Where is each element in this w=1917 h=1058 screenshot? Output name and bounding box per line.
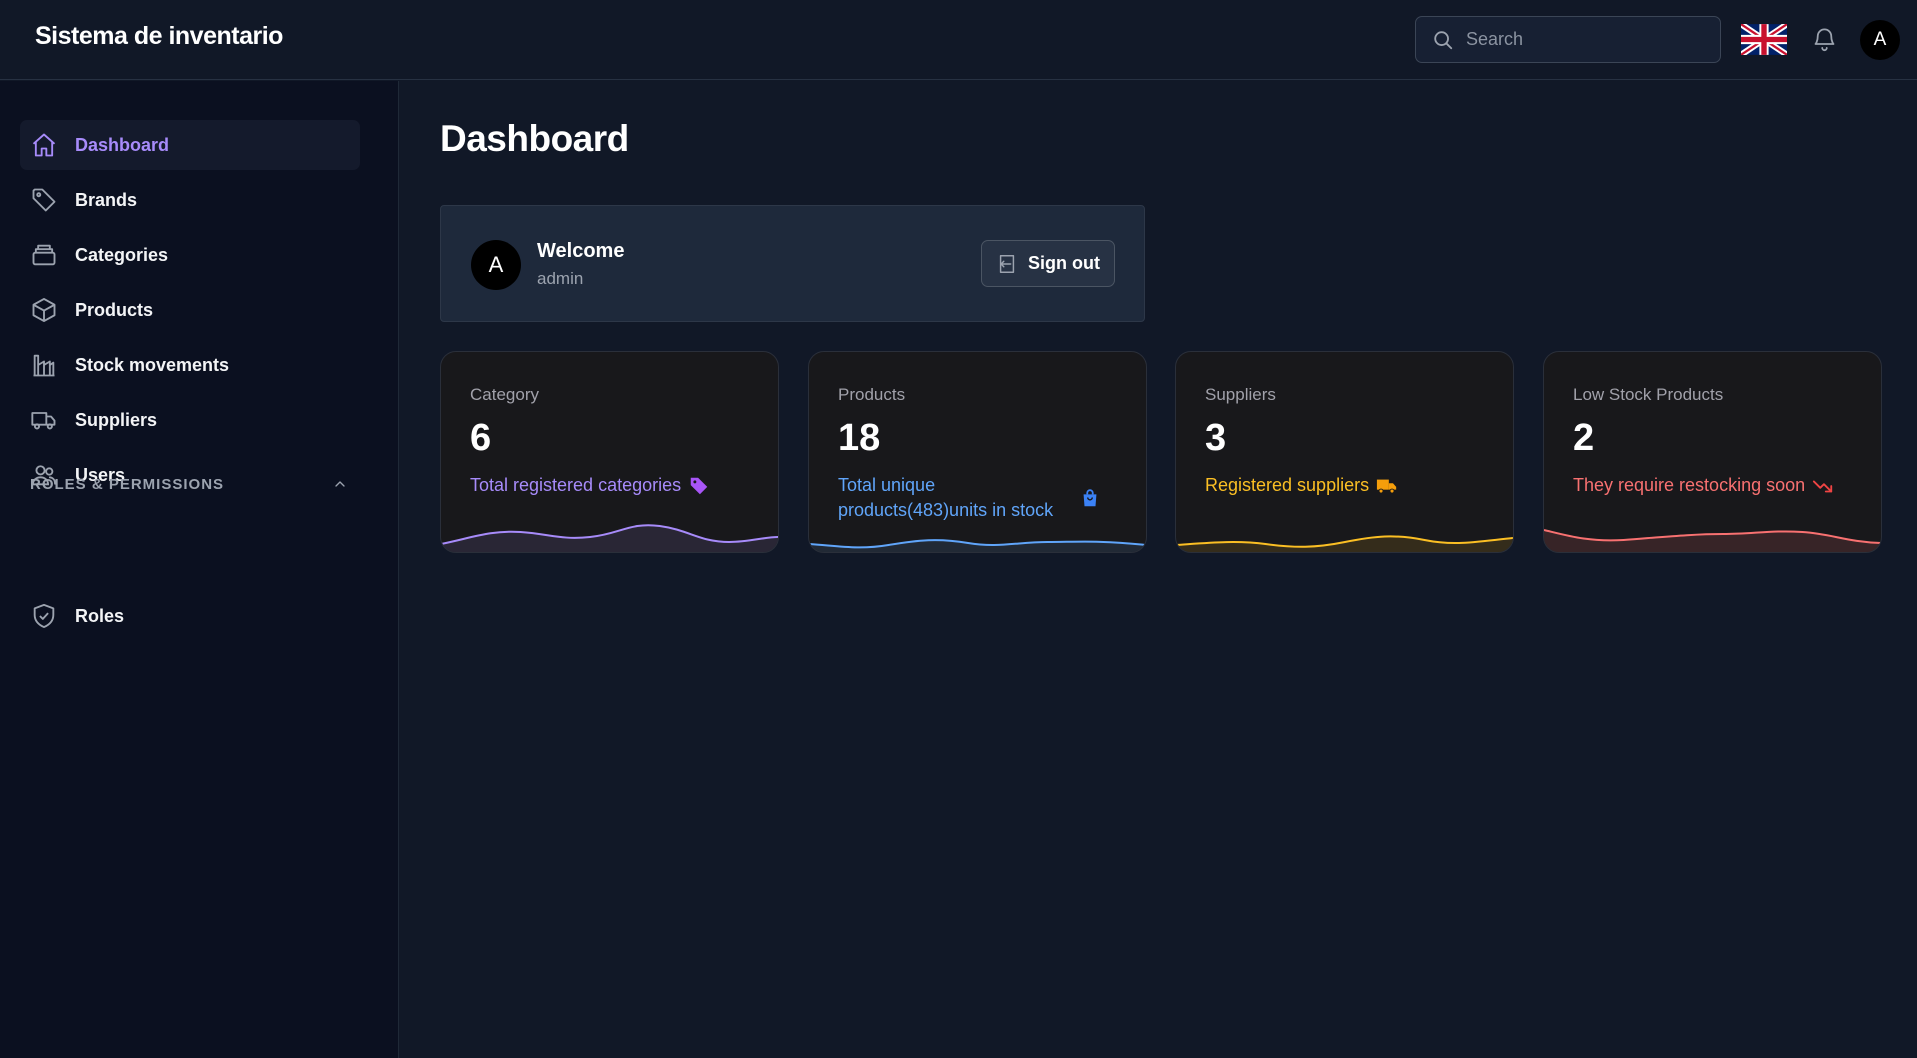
stat-card-category: Category 6 Total registered categories [440, 351, 779, 553]
sidebar-item-label: Suppliers [75, 409, 158, 430]
uk-flag-icon[interactable] [1741, 24, 1787, 55]
sidebar-item-label: Roles [75, 605, 125, 626]
sidebar-item-roles[interactable]: Roles [20, 591, 360, 641]
top-bar: Sistema de inventario A [0, 0, 1917, 80]
section-title: ROLES & PERMISSIONS [30, 475, 225, 493]
sidebar-item-label: Brands [75, 189, 138, 210]
sidebar-item-suppliers[interactable]: Suppliers [20, 395, 360, 445]
stat-card-products: Products 18 Total unique products(483)un… [808, 351, 1147, 553]
avatar: A [471, 240, 521, 290]
truck-icon [31, 412, 56, 430]
sidebar-item-categories[interactable]: Categories [20, 230, 360, 280]
stat-label: Products [838, 385, 906, 404]
truck-icon [1377, 479, 1397, 494]
page-title: Dashboard [440, 118, 629, 159]
stat-description-line: Total unique [838, 475, 936, 495]
stat-label: Category [470, 385, 539, 404]
trending-down-icon [1813, 480, 1833, 492]
shopping-bag-icon [1083, 489, 1097, 507]
stat-value: 18 [838, 417, 881, 459]
sidebar-item-label: Categories [75, 244, 169, 265]
stat-value: 2 [1573, 417, 1595, 459]
stat-description: Total registered categories [470, 473, 710, 498]
sidebar-item-label: Products [75, 299, 154, 320]
sidebar-item-label: Dashboard [75, 134, 170, 155]
search-box[interactable] [1415, 16, 1721, 63]
stat-description: They require restocking soon [1573, 473, 1834, 498]
welcome-card: A Welcome admin Sign out [440, 205, 1145, 322]
app-title[interactable]: Sistema de inventario [35, 22, 283, 51]
stat-description-text: They require restocking soon [1573, 475, 1806, 495]
sidebar-item-brands[interactable]: Brands [20, 175, 360, 225]
roles-permissions-section-toggle[interactable]: ROLES & PERMISSIONS [30, 469, 348, 499]
username: admin [537, 269, 584, 288]
sidebar-item-label: Stock movements [75, 354, 230, 375]
sign-out-icon [999, 254, 1015, 273]
cube-icon [32, 297, 56, 323]
sparkline [441, 524, 778, 552]
sign-out-label: Sign out [1028, 253, 1100, 273]
stat-card-low-stock: Low Stock Products 2 They require restoc… [1543, 351, 1882, 553]
stat-label: Low Stock Products [1573, 385, 1724, 404]
stat-value: 3 [1205, 417, 1227, 459]
stat-description-text: Total registered categories [470, 475, 682, 495]
sign-out-button[interactable]: Sign out [981, 240, 1115, 287]
tag-icon [32, 188, 56, 212]
archive-icon [32, 244, 56, 266]
building-chart-icon [33, 354, 55, 377]
sidebar-item-products[interactable]: Products [20, 285, 360, 335]
home-icon [32, 133, 56, 157]
stat-description: Registered suppliers [1205, 473, 1398, 498]
stat-description-text: Registered suppliers [1205, 475, 1370, 495]
sparkline [809, 539, 1146, 552]
stat-value: 6 [470, 417, 492, 459]
sidebar-item-dashboard[interactable]: Dashboard [20, 120, 360, 170]
search-icon [1434, 30, 1453, 49]
search-input[interactable] [1466, 29, 1706, 50]
stat-card-suppliers: Suppliers 3 Registered suppliers [1175, 351, 1514, 553]
tag-icon [690, 477, 708, 494]
sidebar: Dashboard Brands Categories Products Sto… [0, 81, 399, 1058]
user-avatar[interactable]: A [1860, 20, 1900, 60]
bell-icon[interactable] [1811, 26, 1838, 53]
sidebar-item-stock-movements[interactable]: Stock movements [20, 340, 360, 390]
shield-check-icon [33, 603, 55, 629]
sparkline [1544, 529, 1881, 552]
stat-label: Suppliers [1205, 385, 1276, 404]
sparkline [1176, 535, 1513, 552]
welcome-title: Welcome [537, 240, 625, 262]
chevron-up-icon [335, 481, 345, 487]
